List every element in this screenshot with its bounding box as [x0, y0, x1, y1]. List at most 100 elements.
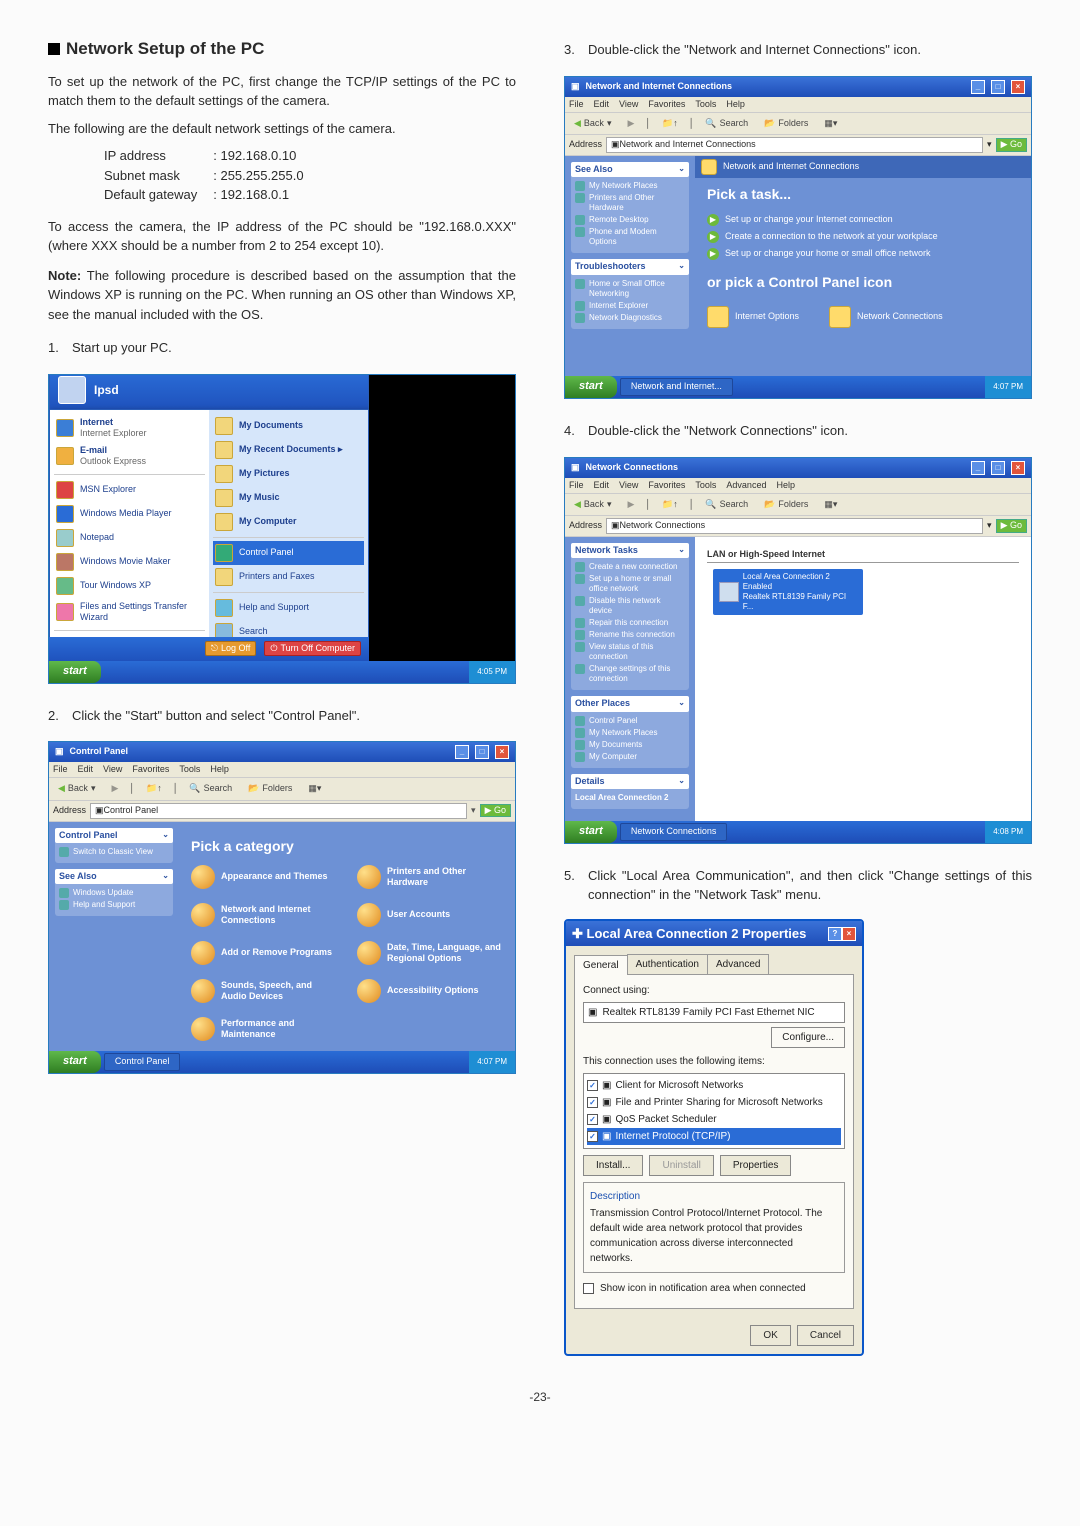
cat-sounds[interactable]: Sounds, Speech, and Audio Devices: [191, 979, 337, 1003]
task-2[interactable]: ▶Create a connection to the network at y…: [707, 231, 1019, 243]
start-button[interactable]: start: [49, 1051, 101, 1073]
task-3[interactable]: ▶Set up or change your home or small off…: [707, 248, 1019, 260]
side-item[interactable]: Network Diagnostics: [575, 313, 685, 323]
side-item[interactable]: Help and Support: [59, 900, 169, 910]
close-button[interactable]: ×: [1011, 461, 1025, 475]
turnoff-button[interactable]: ⏻Turn Off Computer: [264, 641, 361, 656]
r-1[interactable]: My Recent Documents ▸: [213, 438, 364, 462]
back-button[interactable]: ◀Back▾: [569, 497, 616, 512]
checkbox[interactable]: ✓: [587, 1080, 598, 1091]
side-item[interactable]: Repair this connection: [575, 618, 685, 628]
r-2[interactable]: My Pictures: [213, 462, 364, 486]
folders-button[interactable]: 📂Folders: [243, 781, 297, 796]
cp-icon-2[interactable]: Network Connections: [829, 306, 943, 328]
cp-icon-1[interactable]: Internet Options: [707, 306, 799, 328]
properties-button[interactable]: Properties: [720, 1155, 792, 1176]
side-item[interactable]: Phone and Modem Options: [575, 227, 685, 247]
start-button[interactable]: start: [49, 661, 101, 683]
side-item[interactable]: My Documents: [575, 740, 685, 750]
up-button[interactable]: 📁↑: [141, 781, 167, 796]
start-button[interactable]: start: [565, 376, 617, 398]
mru-4[interactable]: Tour Windows XP: [54, 574, 205, 598]
side-item[interactable]: Control Panel: [575, 716, 685, 726]
close-button[interactable]: ×: [1011, 80, 1025, 94]
taskbar-button[interactable]: Network Connections: [620, 823, 728, 841]
folders-button[interactable]: 📂Folders: [759, 497, 813, 512]
address-field[interactable]: ▣Network Connections: [606, 518, 983, 534]
logoff-button[interactable]: ⎋Log Off: [205, 641, 256, 656]
side-item[interactable]: My Network Places: [575, 728, 685, 738]
maximize-button[interactable]: □: [991, 80, 1005, 94]
back-button[interactable]: ◀Back▾: [53, 781, 100, 796]
task-1[interactable]: ▶Set up or change your Internet connecti…: [707, 214, 1019, 226]
r-7[interactable]: Help and Support: [213, 596, 364, 620]
configure-button[interactable]: Configure...: [771, 1027, 845, 1048]
menu-file[interactable]: File: [569, 99, 584, 110]
start-button[interactable]: start: [565, 821, 617, 843]
cat-date[interactable]: Date, Time, Language, and Regional Optio…: [357, 941, 503, 965]
menu-tools[interactable]: Tools: [695, 99, 716, 110]
mru-1[interactable]: Windows Media Player: [54, 502, 205, 526]
cancel-button[interactable]: Cancel: [797, 1325, 854, 1346]
menu-view[interactable]: View: [103, 764, 122, 775]
menu-help[interactable]: Help: [210, 764, 229, 775]
search-button[interactable]: 🔍Search: [184, 781, 237, 796]
mru-3[interactable]: Windows Movie Maker: [54, 550, 205, 574]
views-button[interactable]: ▦▾: [303, 781, 326, 796]
views-button[interactable]: ▦▾: [819, 497, 842, 512]
menu-file[interactable]: File: [569, 480, 584, 491]
side-item[interactable]: Set up a home or small office network: [575, 574, 685, 594]
up-button[interactable]: 📁↑: [657, 497, 683, 512]
menu-adv[interactable]: Advanced: [726, 480, 766, 491]
search-button[interactable]: 🔍Search: [700, 497, 753, 512]
r-3[interactable]: My Music: [213, 486, 364, 510]
cat-printers[interactable]: Printers and Other Hardware: [357, 865, 503, 889]
side-item[interactable]: Disable this network device: [575, 596, 685, 616]
forward-button[interactable]: ▶: [622, 116, 639, 131]
menu-fav[interactable]: Favorites: [648, 480, 685, 491]
side-item[interactable]: Create a new connection: [575, 562, 685, 572]
uninstall-button[interactable]: Uninstall: [649, 1155, 713, 1176]
minimize-button[interactable]: _: [455, 745, 469, 759]
side-item[interactable]: My Network Places: [575, 181, 685, 191]
close-button[interactable]: ×: [842, 927, 856, 941]
install-button[interactable]: Install...: [583, 1155, 643, 1176]
help-button[interactable]: ?: [828, 927, 842, 941]
up-button[interactable]: 📁↑: [657, 116, 683, 131]
cat-appearance[interactable]: Appearance and Themes: [191, 865, 337, 889]
menu-file[interactable]: File: [53, 764, 68, 775]
address-field[interactable]: ▣Network and Internet Connections: [606, 137, 983, 153]
components-list[interactable]: ✓▣Client for Microsoft Networks ✓▣File a…: [583, 1073, 845, 1149]
menu-fav[interactable]: Favorites: [132, 764, 169, 775]
show-icon-checkbox[interactable]: [583, 1283, 594, 1294]
close-button[interactable]: ×: [495, 745, 509, 759]
side-item[interactable]: Rename this connection: [575, 630, 685, 640]
checkbox[interactable]: ✓: [587, 1097, 598, 1108]
menu-edit[interactable]: Edit: [594, 480, 610, 491]
address-field[interactable]: ▣Control Panel: [90, 803, 467, 819]
maximize-button[interactable]: □: [475, 745, 489, 759]
side-item[interactable]: Home or Small Office Networking: [575, 279, 685, 299]
menu-edit[interactable]: Edit: [594, 99, 610, 110]
forward-button[interactable]: ▶: [106, 781, 123, 796]
menu-tools[interactable]: Tools: [179, 764, 200, 775]
forward-button[interactable]: ▶: [622, 497, 639, 512]
side-item[interactable]: Change settings of this connection: [575, 664, 685, 684]
side-item[interactable]: Remote Desktop: [575, 215, 685, 225]
maximize-button[interactable]: □: [991, 461, 1005, 475]
menu-edit[interactable]: Edit: [78, 764, 94, 775]
checkbox[interactable]: ✓: [587, 1131, 598, 1142]
back-button[interactable]: ◀Back▾: [569, 116, 616, 131]
menu-view[interactable]: View: [619, 480, 638, 491]
side-item[interactable]: Windows Update: [59, 888, 169, 898]
go-button[interactable]: ▶ Go: [996, 138, 1027, 151]
email-item[interactable]: E-mailOutlook Express: [54, 442, 205, 471]
lan-connection-item[interactable]: Local Area Connection 2EnabledRealtek RT…: [713, 569, 863, 615]
side-item[interactable]: Internet Explorer: [575, 301, 685, 311]
minimize-button[interactable]: _: [971, 461, 985, 475]
side-item[interactable]: My Computer: [575, 752, 685, 762]
menu-help[interactable]: Help: [726, 99, 745, 110]
r-0[interactable]: My Documents: [213, 414, 364, 438]
menu-view[interactable]: View: [619, 99, 638, 110]
cat-users[interactable]: User Accounts: [357, 903, 503, 927]
